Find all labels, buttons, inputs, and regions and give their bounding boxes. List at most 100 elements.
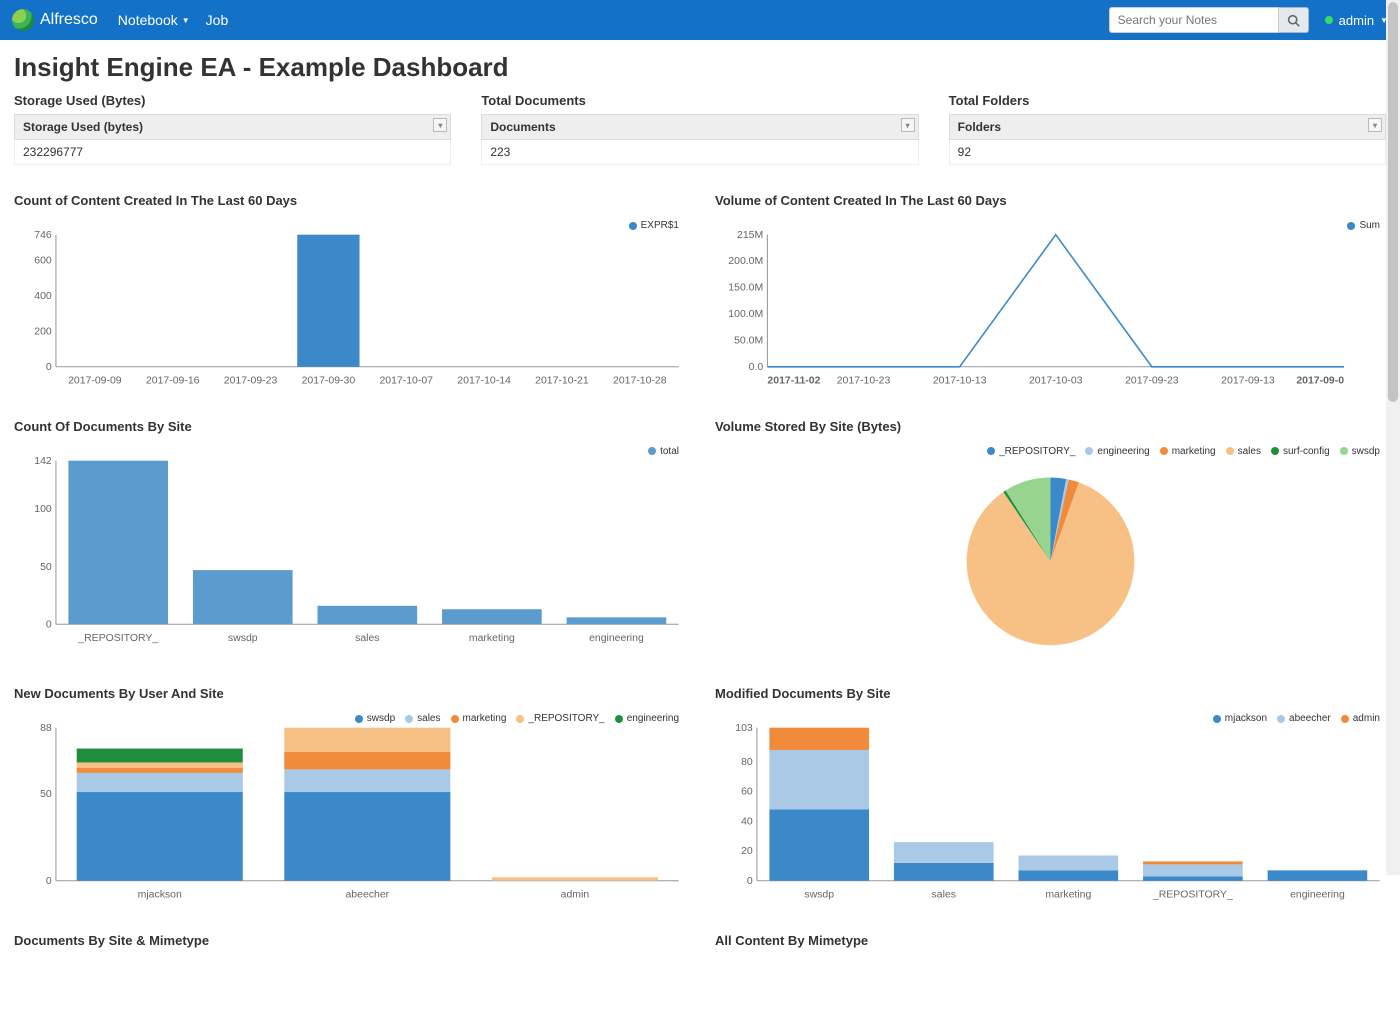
svg-text:2017-09-23: 2017-09-23 [1125,376,1179,387]
page-title: Insight Engine EA - Example Dashboard [0,40,1400,93]
filter-icon[interactable]: ▾ [901,118,915,132]
svg-text:0: 0 [747,876,753,887]
svg-text:marketing: marketing [469,633,515,644]
chart-title: Count of Content Created In The Last 60 … [14,193,685,208]
svg-text:150.0M: 150.0M [728,283,763,294]
legend-swatch-icon [1271,447,1279,455]
chart-title: Volume Stored By Site (Bytes) [715,419,1386,434]
svg-text:_REPOSITORY_: _REPOSITORY_ [1152,890,1233,901]
legend-item[interactable]: Sum [1347,220,1380,231]
svg-text:mjackson: mjackson [138,890,182,901]
filter-icon[interactable]: ▾ [1368,118,1382,132]
scrollbar-thumb[interactable] [1388,2,1398,402]
svg-text:200: 200 [34,327,52,338]
chevron-down-icon: ▼ [182,16,190,25]
chart-count-created[interactable]: 02004006007462017-09-092017-09-162017-09… [14,220,685,391]
svg-text:60: 60 [741,787,753,798]
svg-text:100: 100 [34,504,52,515]
legend-item[interactable]: engineering [615,713,679,724]
chart-title: New Documents By User And Site [14,686,685,701]
chart-title: Documents By Site & Mimetype [14,933,685,948]
svg-text:200.0M: 200.0M [728,256,763,267]
status-dot-icon [1325,16,1333,24]
svg-text:100.0M: 100.0M [728,309,763,320]
svg-text:215M: 215M [737,230,763,241]
legend-item[interactable]: surf-config [1271,446,1330,457]
chart-volume-created[interactable]: 0.050.0M100.0M150.0M200.0M215M2017-11-02… [715,220,1386,391]
legend-swatch-icon [1160,447,1168,455]
svg-text:2017-10-13: 2017-10-13 [933,376,987,387]
legend-item[interactable]: _REPOSITORY_ [987,446,1075,457]
chart-title: Volume of Content Created In The Last 60… [715,193,1386,208]
svg-text:746: 746 [34,230,52,241]
search-button[interactable] [1279,7,1309,33]
chart-title: All Content By Mimetype [715,933,1386,948]
chart-legend: swsdp sales marketing _REPOSITORY_ engineeri… [355,713,679,724]
svg-text:engineering: engineering [589,633,644,644]
chart-new-docs-user-site[interactable]: 05088mjacksonabeecheradminswsdpsalesmark… [14,713,685,905]
svg-text:50: 50 [40,562,52,573]
chart-title: Count Of Documents By Site [14,419,685,434]
legend-item[interactable]: sales [1226,446,1261,457]
svg-text:20: 20 [741,847,753,858]
svg-text:50: 50 [40,789,52,800]
legend-item[interactable]: swsdp [1340,446,1380,457]
legend-item[interactable]: swsdp [355,713,395,724]
legend-item[interactable]: admin [1341,713,1380,724]
search-input[interactable] [1109,7,1279,33]
legend-swatch-icon [629,222,637,230]
nav-item-label: Job [206,12,229,28]
legend-swatch-icon [1341,715,1349,723]
legend-item[interactable]: _REPOSITORY_ [516,713,604,724]
search [1109,7,1309,33]
nav-item-job[interactable]: Job [206,12,229,28]
kpi-header[interactable]: Documents▾ [482,115,918,140]
legend-item[interactable]: marketing [1160,446,1216,457]
svg-text:swsdp: swsdp [228,633,258,644]
user-name: admin [1339,13,1374,28]
svg-text:600: 600 [34,256,52,267]
legend-item[interactable]: mjackson [1213,713,1267,724]
kpi-title: Storage Used (Bytes) [14,93,451,108]
legend-swatch-icon [1213,715,1221,723]
legend-item[interactable]: sales [405,713,440,724]
svg-text:swsdp: swsdp [804,890,834,901]
chart-volume-by-site[interactable]: _REPOSITORY_ engineering marketing sales sur… [715,446,1386,659]
chart-legend: mjackson abeecher admin [1213,713,1380,724]
user-menu[interactable]: admin ▼ [1325,13,1388,28]
legend-item[interactable]: total [648,446,679,457]
chart-legend: EXPR$1 [629,220,679,231]
kpi-row: Storage Used (Bytes) Storage Used (bytes… [14,93,1386,165]
kpi-storage: Storage Used (Bytes) Storage Used (bytes… [14,93,451,165]
legend-swatch-icon [1340,447,1348,455]
nav-item-notebook[interactable]: Notebook ▼ [118,12,190,28]
brand-logo-icon [12,9,34,31]
kpi-header[interactable]: Folders▾ [949,115,1385,140]
svg-text:0.0: 0.0 [749,362,764,373]
brand[interactable]: Alfresco [12,9,98,31]
legend-swatch-icon [1277,715,1285,723]
scrollbar[interactable] [1386,0,1400,875]
legend-item[interactable]: EXPR$1 [629,220,679,231]
svg-text:2017-09-30: 2017-09-30 [302,376,356,387]
legend-swatch-icon [355,715,363,723]
svg-text:400: 400 [34,291,52,302]
top-navbar: Alfresco Notebook ▼ Job admin ▼ [0,0,1400,40]
chart-docs-by-site[interactable]: 050100142_REPOSITORY_swsdpsalesmarketing… [14,446,685,648]
legend-item[interactable]: marketing [451,713,507,724]
svg-text:88: 88 [40,723,52,734]
svg-text:marketing: marketing [1045,890,1091,901]
filter-icon[interactable]: ▾ [433,118,447,132]
svg-text:2017-09-0: 2017-09-0 [1296,376,1344,387]
svg-text:admin: admin [561,890,590,901]
svg-text:40: 40 [741,817,753,828]
kpi-title: Total Folders [949,93,1386,108]
chart-legend: Sum [1347,220,1380,231]
legend-item[interactable]: engineering [1085,446,1149,457]
legend-item[interactable]: abeecher [1277,713,1331,724]
kpi-value: 232296777 [15,140,451,165]
svg-text:142: 142 [34,456,52,467]
svg-text:2017-09-09: 2017-09-09 [68,376,122,387]
chart-modified-by-site[interactable]: 020406080103swsdpsalesmarketing_REPOSITO… [715,713,1386,905]
kpi-header[interactable]: Storage Used (bytes)▾ [15,115,451,140]
